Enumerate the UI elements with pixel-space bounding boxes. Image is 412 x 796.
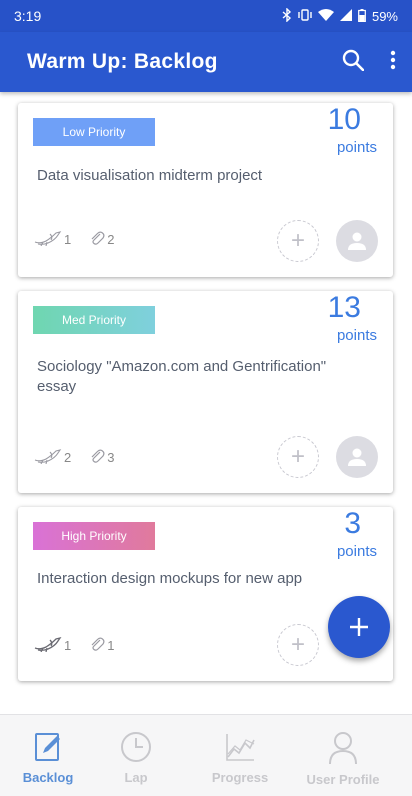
nav-label: Lap: [124, 770, 148, 785]
nav-label: Progress: [211, 770, 269, 785]
points-label: points: [336, 139, 377, 156]
add-assignee-button[interactable]: +: [277, 624, 319, 666]
search-icon[interactable]: [342, 49, 365, 76]
task-title: Interaction design mockups for new app: [37, 570, 303, 587]
plus-icon: +: [290, 227, 305, 254]
task-meta: 2 3: [34, 448, 114, 467]
avatar[interactable]: [336, 436, 378, 478]
points-label: points: [336, 543, 377, 560]
points-value: 10: [327, 103, 361, 136]
nav-item-lap[interactable]: Lap: [102, 715, 170, 796]
bird-icon: [34, 230, 62, 249]
add-assignee-button[interactable]: +: [277, 436, 319, 478]
battery-icon: [358, 8, 366, 24]
app-bar: Warm Up: Backlog: [0, 32, 412, 92]
bird-icon: [34, 448, 62, 467]
bottom-navigation: Backlog Lap Progress User Profile: [0, 714, 412, 796]
clock-icon: [120, 731, 152, 766]
nav-item-backlog[interactable]: Backlog: [12, 715, 84, 796]
points-value: 3: [344, 507, 361, 540]
paperclip-icon: [89, 636, 105, 655]
plus-icon: +: [290, 443, 305, 470]
nav-label: Backlog: [22, 770, 74, 785]
app-bar-actions: [342, 49, 396, 76]
paperclip-icon: [89, 448, 105, 467]
task-card[interactable]: Low Priority 10 points Data visualisatio…: [18, 103, 393, 277]
line-chart-icon: [224, 731, 256, 766]
points-value: 13: [327, 291, 361, 324]
user-icon: [328, 731, 358, 768]
comments-count: 1: [34, 636, 71, 655]
wifi-icon: [317, 9, 334, 23]
add-assignee-button[interactable]: +: [277, 220, 319, 262]
task-card[interactable]: High Priority 3 points Interaction desig…: [18, 507, 393, 681]
edit-note-icon: [33, 731, 63, 766]
add-task-button[interactable]: [328, 596, 390, 658]
nav-item-progress[interactable]: Progress: [200, 715, 280, 796]
comments-count: 1: [34, 230, 71, 249]
nav-label: User Profile: [306, 772, 380, 787]
vibrate-icon: [298, 9, 312, 23]
plus-icon: [350, 618, 368, 636]
points-label: points: [336, 327, 377, 344]
attachments-count: 1: [89, 636, 114, 655]
task-card[interactable]: Med Priority 13 points Sociology "Amazon…: [18, 291, 393, 493]
task-title: Data visualisation midterm project: [37, 167, 263, 184]
bluetooth-icon: [282, 7, 292, 24]
task-meta: 1 2: [34, 230, 114, 249]
status-time: 3:19: [14, 8, 42, 24]
priority-badge: High Priority: [33, 522, 155, 550]
task-meta: 1 1: [34, 636, 114, 655]
status-icons: 59%: [282, 7, 398, 24]
person-icon: [348, 448, 366, 466]
bird-icon: [34, 636, 62, 655]
person-icon: [348, 232, 366, 250]
comments-count: 2: [34, 448, 71, 467]
attachments-count: 3: [89, 448, 114, 467]
priority-badge: Med Priority: [33, 306, 155, 334]
task-title: Sociology "Amazon.com and Gentrification…: [37, 358, 327, 395]
priority-badge: Low Priority: [33, 118, 155, 146]
avatar[interactable]: [336, 220, 378, 262]
attachments-count: 2: [89, 230, 114, 249]
plus-icon: +: [290, 631, 305, 658]
battery-percent: 59%: [371, 8, 398, 24]
nav-item-user-profile[interactable]: User Profile: [300, 715, 386, 796]
status-bar: 3:19 59%: [0, 0, 412, 32]
signal-icon: [339, 9, 352, 23]
more-vert-icon[interactable]: [390, 50, 396, 75]
paperclip-icon: [89, 230, 105, 249]
page-title: Warm Up: Backlog: [27, 50, 218, 73]
